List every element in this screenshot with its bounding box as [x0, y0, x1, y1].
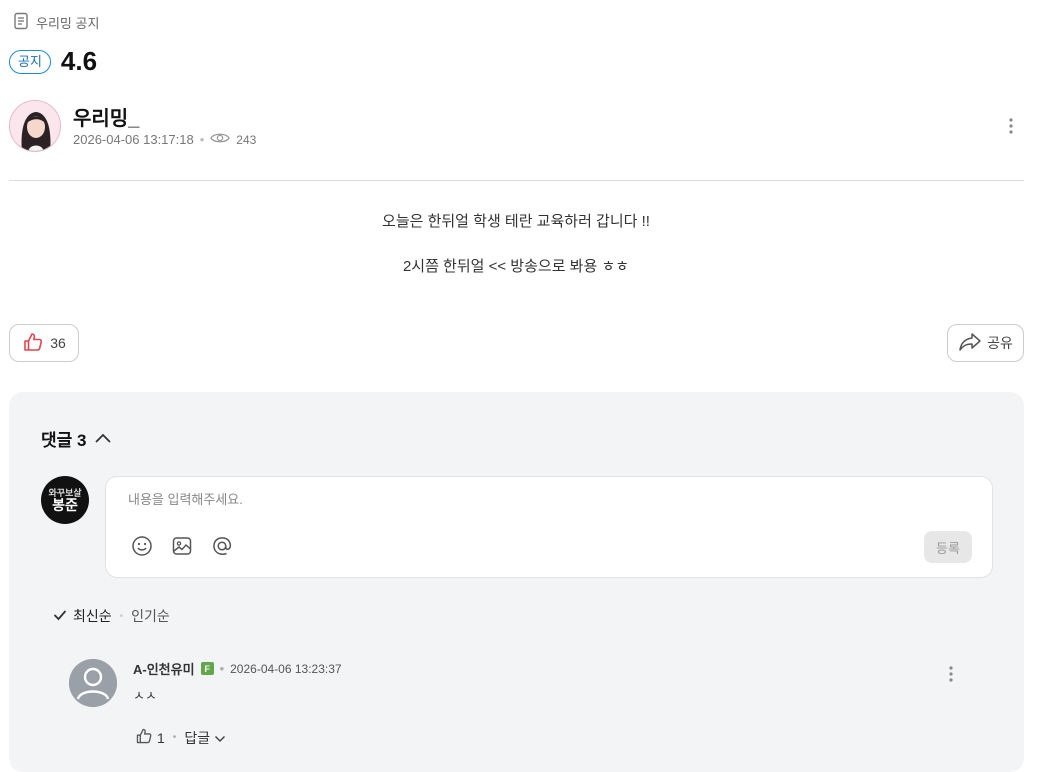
- my-avatar-text-bottom: 봉준: [52, 496, 78, 513]
- fan-badge: F: [200, 662, 214, 675]
- thumbs-up-icon: [22, 331, 44, 356]
- comment-count-label: 댓글 3: [41, 431, 87, 450]
- post-meta: 2026-04-06 13:17:18 • 243: [73, 131, 256, 148]
- comment-editor: 등록: [105, 476, 993, 578]
- chevron-up-icon[interactable]: [94, 429, 112, 449]
- commenter-avatar[interactable]: [69, 659, 117, 707]
- like-count: 36: [50, 335, 66, 351]
- check-icon: [53, 608, 67, 624]
- breadcrumb[interactable]: 우리밍 공지: [12, 12, 99, 33]
- post-title-row: 공지 4.6: [9, 46, 97, 77]
- image-icon[interactable]: [171, 535, 193, 557]
- share-label: 공유: [987, 335, 1013, 351]
- action-separator: •: [172, 732, 177, 743]
- eye-icon: [210, 131, 231, 148]
- emoji-icon[interactable]: [131, 535, 153, 557]
- sort-separator: •: [119, 610, 124, 622]
- comment-text: ㅅㅅ: [133, 688, 157, 703]
- post-body-line-1: 오늘은 한뒤얼 학생 테란 교육하러 갑니다 !!: [382, 213, 650, 230]
- post-more-icon[interactable]: [1002, 116, 1020, 136]
- sort-latest[interactable]: 최신순: [53, 606, 112, 626]
- share-button[interactable]: 공유: [947, 324, 1024, 362]
- view-count: 243: [236, 132, 257, 147]
- meta-separator: •: [219, 661, 225, 676]
- submit-button[interactable]: 등록: [924, 531, 972, 563]
- author-avatar[interactable]: [9, 100, 61, 152]
- my-avatar: 와꾸보살 봉준: [41, 476, 89, 524]
- comment-meta: A-인천유미 F • 2026-04-06 13:23:37: [133, 659, 342, 678]
- chevron-down-icon: [214, 730, 226, 746]
- reply-button[interactable]: 답글: [184, 728, 226, 748]
- post-title: 4.6: [60, 46, 98, 76]
- comment-like-count: 1: [157, 729, 165, 746]
- mention-icon[interactable]: [211, 535, 233, 557]
- comment-input[interactable]: [126, 491, 830, 508]
- comment-more-icon[interactable]: [942, 664, 960, 684]
- breadcrumb-label[interactable]: 우리밍 공지: [36, 13, 99, 32]
- commenter-name[interactable]: A-인천유미: [133, 659, 195, 678]
- comment-like-button[interactable]: 1: [135, 727, 165, 748]
- document-icon: [12, 12, 30, 33]
- author-name[interactable]: 우리밍_: [73, 102, 139, 131]
- sort-popular[interactable]: 인기순: [131, 606, 170, 626]
- post-datetime: 2026-04-06 13:17:18: [73, 132, 194, 147]
- my-avatar-text-top: 와꾸보살: [48, 487, 82, 498]
- comment-actions: 1 • 답글: [135, 727, 226, 748]
- like-button[interactable]: 36: [9, 324, 79, 362]
- meta-separator: •: [199, 132, 205, 147]
- share-icon: [958, 331, 982, 356]
- sort-latest-label: 최신순: [73, 608, 112, 624]
- sort-options: 최신순 • 인기순: [53, 606, 170, 626]
- post-body-line-2: 2시쯤 한뒤얼 << 방송으로 봐용 ㅎㅎ: [402, 258, 630, 275]
- notice-badge: 공지: [9, 49, 51, 74]
- comment-header[interactable]: 댓글 3: [41, 426, 112, 451]
- thumbs-up-icon: [135, 727, 153, 748]
- divider: [9, 180, 1024, 181]
- comment-datetime: 2026-04-06 13:23:37: [230, 661, 342, 676]
- reply-label: 답글: [184, 729, 211, 746]
- comment-panel: [9, 392, 1024, 772]
